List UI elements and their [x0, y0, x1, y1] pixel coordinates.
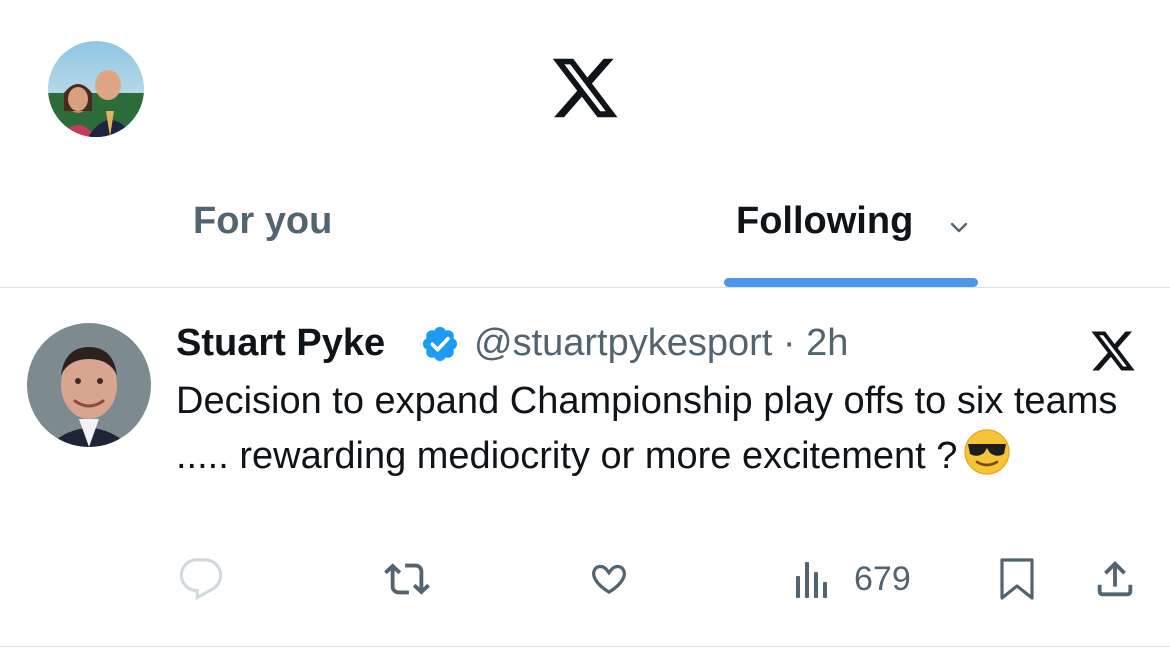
post-x-icon[interactable]: [1088, 327, 1138, 375]
active-tab-indicator: [724, 278, 978, 287]
like-button[interactable]: [584, 556, 634, 602]
author-avatar[interactable]: [27, 323, 151, 447]
share-button[interactable]: [1092, 556, 1138, 602]
header-divider: [0, 287, 1170, 288]
post-text: Decision to expand Championship play off…: [176, 374, 1146, 483]
views-count[interactable]: 679: [854, 557, 911, 601]
bookmark-button[interactable]: [996, 556, 1038, 602]
author-handle-and-time[interactable]: @stuartpykesport · 2h: [474, 320, 848, 366]
repost-button[interactable]: [380, 556, 434, 602]
tab-for-you[interactable]: For you: [193, 198, 332, 244]
chevron-down-icon[interactable]: [946, 214, 972, 240]
sunglasses-emoji-icon: [963, 428, 1011, 476]
post-divider: [0, 646, 1170, 647]
profile-avatar[interactable]: [48, 41, 144, 137]
reply-button[interactable]: [178, 556, 224, 602]
x-logo-icon[interactable]: [548, 52, 622, 124]
tab-following[interactable]: Following: [736, 198, 913, 244]
author-name[interactable]: Stuart Pyke: [176, 320, 385, 366]
views-icon[interactable]: [792, 556, 832, 602]
verified-badge-icon: [420, 324, 460, 364]
